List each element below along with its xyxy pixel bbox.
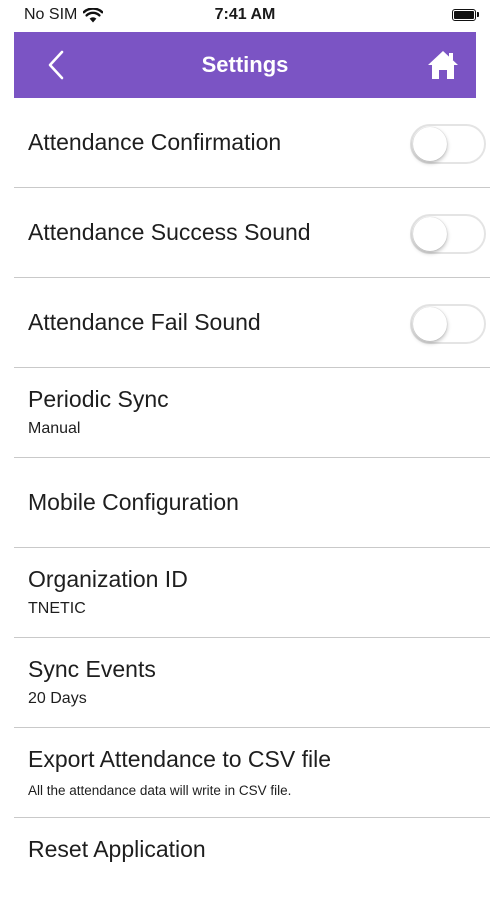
home-icon	[428, 51, 458, 79]
setting-title: Attendance Success Sound	[28, 219, 311, 245]
setting-title: Periodic Sync	[28, 386, 169, 412]
setting-title: Attendance Fail Sound	[28, 309, 261, 335]
setting-description: All the attendance data will write in CS…	[28, 783, 292, 798]
setting-periodic-sync[interactable]: Periodic Sync Manual	[14, 368, 490, 458]
setting-value: Manual	[28, 420, 81, 437]
toggle-knob	[413, 217, 447, 251]
setting-export-csv[interactable]: Export Attendance to CSV file All the at…	[14, 728, 490, 818]
setting-title: Attendance Confirmation	[28, 129, 282, 155]
setting-title: Organization ID	[28, 566, 188, 592]
nav-bar: Settings	[14, 32, 476, 98]
setting-mobile-configuration[interactable]: Mobile Configuration	[14, 458, 490, 548]
page-title: Settings	[201, 52, 289, 77]
setting-sync-events[interactable]: Sync Events 20 Days	[14, 638, 490, 728]
setting-title: Sync Events	[28, 656, 156, 682]
attendance-fail-sound-toggle[interactable]	[410, 304, 486, 344]
attendance-confirmation-toggle[interactable]	[410, 124, 486, 164]
setting-title: Export Attendance to CSV file	[28, 746, 332, 772]
toggle-knob	[413, 127, 447, 161]
setting-title: Reset Application	[28, 836, 206, 862]
setting-organization-id[interactable]: Organization ID TNETIC	[14, 548, 490, 638]
setting-attendance-fail-sound: Attendance Fail Sound	[14, 278, 490, 368]
toggle-knob	[413, 307, 447, 341]
status-time: 7:41 AM	[214, 6, 276, 23]
setting-attendance-confirmation: Attendance Confirmation	[14, 98, 490, 188]
settings-list: Attendance Confirmation Attendance Succe…	[14, 98, 490, 908]
setting-value: 20 Days	[28, 690, 87, 707]
battery-icon	[452, 9, 479, 21]
setting-title: Mobile Configuration	[28, 489, 239, 515]
battery-fill	[454, 11, 474, 19]
attendance-success-sound-toggle[interactable]	[410, 214, 486, 254]
home-button[interactable]	[426, 48, 460, 82]
setting-value: TNETIC	[28, 600, 86, 617]
setting-reset-application[interactable]: Reset Application	[14, 818, 490, 908]
status-bar: No SIM 7:41 AM	[0, 0, 490, 32]
setting-attendance-success-sound: Attendance Success Sound	[14, 188, 490, 278]
